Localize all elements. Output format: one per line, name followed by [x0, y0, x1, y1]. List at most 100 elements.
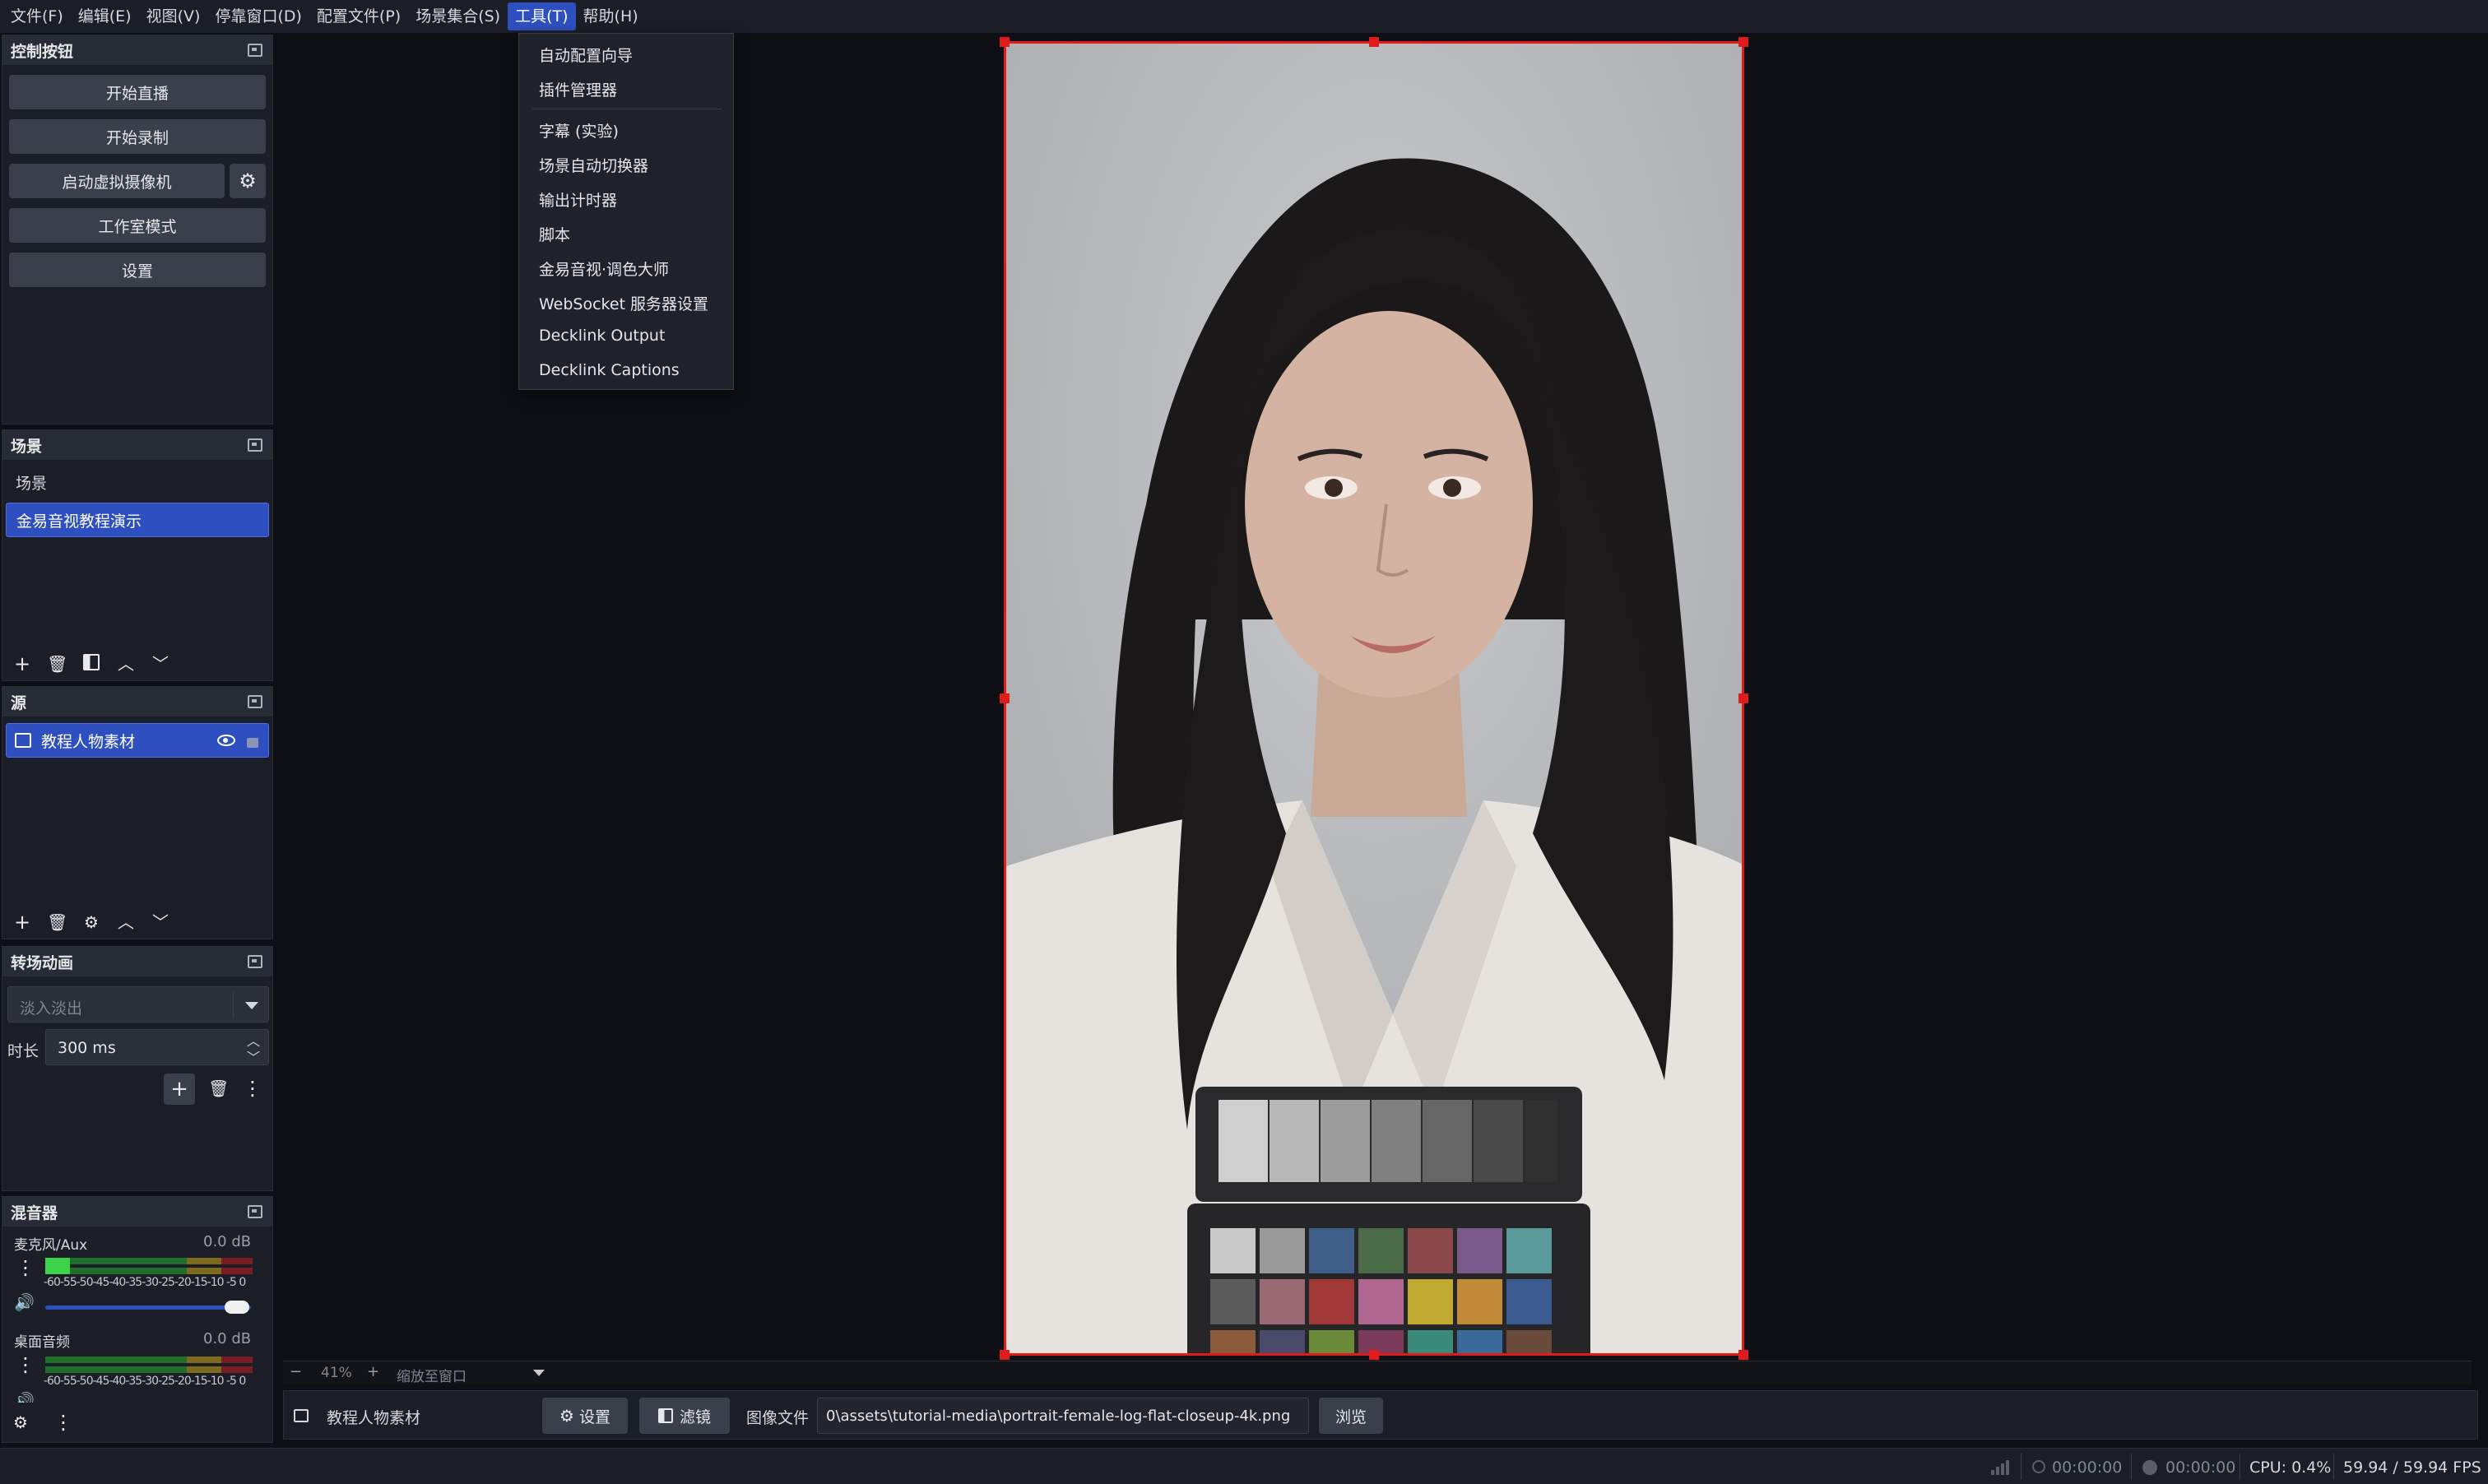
- menu-file[interactable]: 文件(F): [3, 2, 71, 30]
- fps-indicator: 59.94 / 59.94 FPS: [2343, 1458, 2481, 1477]
- menu-docks[interactable]: 停靠窗口(D): [207, 2, 309, 30]
- portrait-image: [1006, 44, 1742, 1353]
- mixer-more-icon[interactable]: ⋮: [53, 1412, 73, 1432]
- start-streaming-button[interactable]: 开始直播: [9, 75, 266, 109]
- settings-button[interactable]: 设置: [9, 253, 266, 287]
- move-scene-up-icon[interactable]: ︿: [116, 654, 136, 674]
- add-scene-icon[interactable]: +: [12, 654, 32, 674]
- scenes-dock: 场景 场景 金易音视教程演示 + 🗑 ︿ ﹀: [2, 429, 273, 681]
- undock-icon[interactable]: [248, 695, 262, 708]
- preview-source-frame[interactable]: [1004, 41, 1744, 1356]
- menu-item-captions[interactable]: 字幕 (实验): [539, 119, 619, 141]
- duration-spinbox[interactable]: 300 ms ︿ ﹀: [45, 1029, 269, 1065]
- menu-bar: 文件(F) 编辑(E) 视图(V) 停靠窗口(D) 配置文件(P) 场景集合(S…: [0, 0, 2488, 33]
- transition-more-icon[interactable]: ⋮: [243, 1078, 262, 1098]
- channel-more-icon[interactable]: ⋮: [16, 1355, 35, 1375]
- controls-dock-header: 控制按钮: [2, 35, 272, 65]
- channel-more-icon[interactable]: ⋮: [16, 1258, 35, 1278]
- remove-scene-icon[interactable]: 🗑: [47, 654, 67, 674]
- source-filters-button[interactable]: 滤镜: [639, 1398, 730, 1434]
- stream-timer: 00:00:00: [2052, 1458, 2123, 1477]
- menu-item-color-master[interactable]: 金易音视·调色大师: [539, 257, 669, 280]
- add-transition-button[interactable]: +: [164, 1074, 195, 1105]
- undock-icon[interactable]: [248, 1205, 262, 1218]
- speaker-icon[interactable]: 🔊: [14, 1292, 35, 1312]
- resize-handle-bottom[interactable]: [1369, 1350, 1379, 1360]
- record-timer: 00:00:00: [2165, 1458, 2236, 1477]
- menu-scene-collection[interactable]: 场景集合(S): [408, 2, 508, 30]
- menu-tools[interactable]: 工具(T): [508, 2, 576, 30]
- image-path-field[interactable]: 0\assets\tutorial-media\portrait-female-…: [817, 1398, 1309, 1434]
- menu-item-output-timer[interactable]: 输出计时器: [539, 188, 617, 211]
- resize-handle-left[interactable]: [1000, 693, 1010, 703]
- sources-toolbar: + 🗑 ⚙ ︿ ﹀: [2, 906, 272, 939]
- gear-icon: ⚙: [239, 169, 257, 192]
- eye-icon[interactable]: [217, 735, 235, 746]
- mixer-dock: 混音器 麦克风/Aux 0.0 dB ⋮ -60-55-50-45-40-35-…: [2, 1196, 273, 1443]
- advanced-audio-gear-icon[interactable]: ⚙: [11, 1412, 30, 1432]
- menu-item-scripts[interactable]: 脚本: [539, 223, 570, 245]
- zoom-level: 41%: [321, 1365, 352, 1381]
- move-source-down-icon[interactable]: ﹀: [151, 912, 170, 932]
- scene-filters-icon[interactable]: [81, 654, 101, 674]
- menu-item-decklink-captions[interactable]: Decklink Captions: [539, 361, 680, 379]
- menu-item-plugin-manager[interactable]: 插件管理器: [539, 78, 617, 100]
- menu-item-scene-switcher[interactable]: 场景自动切换器: [539, 154, 648, 176]
- menu-view[interactable]: 视图(V): [139, 2, 208, 30]
- virtual-camera-settings-button[interactable]: ⚙: [230, 164, 266, 198]
- undock-icon[interactable]: [248, 438, 262, 452]
- menu-help[interactable]: 帮助(H): [576, 2, 646, 30]
- browse-button[interactable]: 浏览: [1319, 1398, 1383, 1434]
- remove-source-icon[interactable]: 🗑: [47, 912, 67, 932]
- add-icon: +: [170, 1077, 188, 1101]
- resize-handle-top[interactable]: [1369, 37, 1379, 47]
- move-scene-down-icon[interactable]: ﹀: [151, 654, 170, 674]
- mixer-channel-name: 麦克风/Aux: [14, 1237, 88, 1254]
- cpu-usage: CPU: 0.4%: [2249, 1458, 2332, 1477]
- resize-handle-bottom-right[interactable]: [1738, 1350, 1748, 1360]
- sources-dock-header: 源: [2, 687, 272, 716]
- source-item-selected[interactable]: 教程人物素材: [6, 723, 269, 758]
- resize-handle-right[interactable]: [1738, 693, 1748, 703]
- start-recording-button[interactable]: 开始录制: [9, 119, 266, 154]
- zoom-fit-select[interactable]: 缩放至窗口: [397, 1365, 466, 1385]
- chevron-down-icon[interactable]: [533, 1370, 545, 1376]
- chevron-down-icon: [245, 1002, 258, 1009]
- menu-item-websocket-settings[interactable]: WebSocket 服务器设置: [539, 292, 708, 314]
- source-properties-bar: 教程人物素材 ⚙ 设置 滤镜 图像文件 0\assets\tutorial-me…: [283, 1390, 2478, 1440]
- mixer-channel-db: 0.0 dB: [203, 1233, 252, 1250]
- transition-type-placeholder: 淡入淡出: [20, 999, 83, 1018]
- add-source-icon[interactable]: +: [12, 912, 32, 932]
- zoom-out-button[interactable]: −: [290, 1363, 302, 1380]
- scene-item-selected[interactable]: 金易音视教程演示: [6, 503, 269, 537]
- mixer-channel-db: 0.0 dB: [203, 1330, 252, 1347]
- transition-type-select[interactable]: 淡入淡出: [7, 986, 269, 1023]
- menu-item-decklink-output[interactable]: Decklink Output: [539, 327, 665, 345]
- gear-icon: ⚙: [559, 1406, 574, 1426]
- studio-mode-button[interactable]: 工作室模式: [9, 208, 266, 243]
- lock-icon[interactable]: [247, 738, 258, 748]
- resize-handle-top-right[interactable]: [1738, 37, 1748, 47]
- undock-icon[interactable]: [248, 955, 262, 968]
- menu-profile[interactable]: 配置文件(P): [309, 2, 408, 30]
- menu-item-auto-config-wizard[interactable]: 自动配置向导: [539, 44, 633, 66]
- tools-dropdown-menu: 自动配置向导 插件管理器 字幕 (实验) 场景自动切换器 输出计时器 脚本 金易…: [518, 33, 734, 390]
- source-settings-label: 设置: [578, 1407, 610, 1426]
- volume-slider-handle[interactable]: [225, 1301, 249, 1314]
- mixer-toolbar: ⚙ ⋮: [2, 1403, 272, 1442]
- menu-edit[interactable]: 编辑(E): [71, 2, 139, 30]
- move-source-up-icon[interactable]: ︿: [116, 912, 136, 932]
- scene-item[interactable]: 场景: [6, 465, 269, 499]
- zoom-in-button[interactable]: +: [367, 1363, 379, 1380]
- zoom-bar: − 41% + 缩放至窗口: [283, 1361, 2472, 1385]
- duration-label: 时长: [7, 1042, 39, 1060]
- resize-handle-top-left[interactable]: [1000, 37, 1010, 47]
- undock-icon[interactable]: [248, 44, 262, 57]
- resize-handle-bottom-left[interactable]: [1000, 1350, 1010, 1360]
- source-settings-button[interactable]: ⚙ 设置: [542, 1398, 628, 1434]
- volume-slider[interactable]: [45, 1305, 251, 1310]
- spin-down-icon[interactable]: ﹀: [247, 1046, 260, 1066]
- start-virtual-camera-button[interactable]: 启动虚拟摄像机: [9, 164, 225, 198]
- source-properties-icon[interactable]: ⚙: [81, 912, 101, 932]
- remove-transition-icon[interactable]: 🗑: [208, 1078, 229, 1098]
